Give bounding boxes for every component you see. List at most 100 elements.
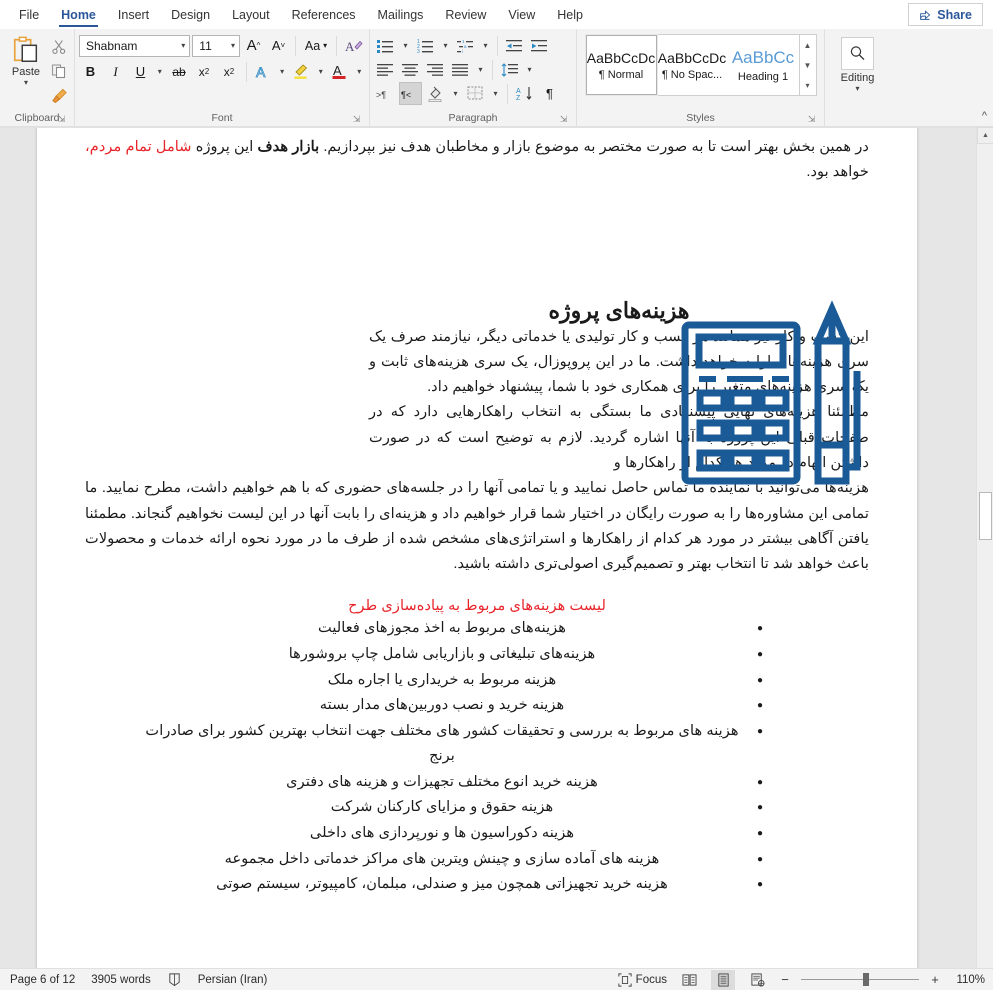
language-indicator[interactable]: Persian (Iran) <box>198 974 268 986</box>
web-layout-button[interactable] <box>745 970 769 990</box>
line-spacing-chevron-down-icon[interactable]: ▾ <box>523 58 536 81</box>
align-right-button[interactable] <box>424 58 447 81</box>
tab-mailings[interactable]: Mailings <box>367 0 435 29</box>
zoom-in-button[interactable]: + <box>929 972 941 987</box>
borders-chevron-down-icon[interactable]: ▾ <box>489 82 502 105</box>
read-mode-icon <box>682 973 696 986</box>
font-color-chevron-down-icon[interactable]: ▾ <box>353 60 365 83</box>
ribbon-group-clipboard: Paste ▾ Clipboard ⇲ <box>0 29 74 126</box>
collapse-ribbon-button[interactable]: ^ <box>982 110 987 122</box>
proofing-status[interactable] <box>167 972 182 987</box>
ribbon-group-paragraph: ▾ 1 2 3 ▾ 1 a i ▾ ▾ ▾ >¶ ¶< ▾ ▾ A Z ¶ Pa… <box>369 29 576 126</box>
tab-review[interactable]: Review <box>434 0 497 29</box>
shading-button[interactable] <box>424 82 447 105</box>
zoom-level-label[interactable]: 110% <box>951 974 985 986</box>
vertical-scrollbar[interactable]: ▲ <box>976 127 993 968</box>
font-color-button[interactable]: A <box>328 60 351 83</box>
bold-button[interactable]: B <box>79 60 102 83</box>
styles-dialog-launcher[interactable]: ⇲ <box>806 114 817 125</box>
page-indicator[interactable]: Page 6 of 12 <box>10 974 75 986</box>
bullets-chevron-down-icon[interactable]: ▾ <box>399 34 412 57</box>
tab-layout[interactable]: Layout <box>221 0 281 29</box>
subscript-button[interactable]: x2 <box>193 60 216 83</box>
share-button[interactable]: Share <box>908 3 983 26</box>
focus-mode-button[interactable]: Focus <box>618 972 667 987</box>
clipboard-dialog-launcher[interactable]: ⇲ <box>56 114 67 125</box>
tab-help[interactable]: Help <box>546 0 594 29</box>
shrink-font-button[interactable]: A ˅ <box>267 34 290 57</box>
word-count[interactable]: 3905 words <box>91 974 150 986</box>
share-icon <box>920 10 931 20</box>
style-no-spacing[interactable]: AaBbCcDc ¶ No Spac... <box>657 35 728 95</box>
format-painter-button[interactable] <box>48 84 70 106</box>
calculator-and-pencil-icon <box>681 300 861 485</box>
paste-button[interactable]: Paste ▾ <box>4 32 48 87</box>
group-label-text: Styles <box>686 112 715 124</box>
text-effects-button[interactable]: A <box>251 60 274 83</box>
copy-button[interactable] <box>48 60 70 82</box>
styles-scroll-up-button[interactable]: ▲ <box>800 36 816 54</box>
zoom-slider[interactable] <box>801 969 919 990</box>
underline-button[interactable]: U <box>129 60 152 83</box>
numbering-button[interactable]: 1 2 3 <box>414 34 437 57</box>
numbering-chevron-down-icon[interactable]: ▾ <box>439 34 452 57</box>
cut-button[interactable] <box>48 36 70 58</box>
multilevel-list-button[interactable]: 1 a i <box>454 34 477 57</box>
font-name-value: Shabnam <box>86 38 138 53</box>
ltr-direction-button[interactable]: >¶ <box>374 82 397 105</box>
style-normal[interactable]: AaBbCcDc ¶ Normal <box>584 34 658 96</box>
grow-font-button[interactable]: A ^ <box>242 34 265 57</box>
status-right: Focus − + 110% <box>618 969 993 990</box>
chevron-down-icon: ▾ <box>323 41 328 50</box>
justify-button[interactable] <box>449 58 472 81</box>
italic-button[interactable]: I <box>104 60 127 83</box>
list-item: هزینه های مربوط به بررسی و تحقیقات کشور … <box>85 719 763 770</box>
borders-button[interactable] <box>464 82 487 105</box>
scroll-up-button[interactable]: ▲ <box>977 127 993 144</box>
clear-formatting-icon: A <box>345 39 363 54</box>
tab-insert[interactable]: Insert <box>107 0 160 29</box>
increase-indent-button[interactable] <box>528 34 551 57</box>
paragraph-dialog-launcher[interactable]: ⇲ <box>558 114 569 125</box>
bullets-button[interactable] <box>374 34 397 57</box>
show-formatting-marks-button[interactable]: ¶ <box>538 82 561 105</box>
document-canvas[interactable]: در همین بخش بهتر است تا به صورت مختصر به… <box>0 127 993 968</box>
font-size-combobox[interactable]: 11 ▾ <box>192 34 241 57</box>
line-spacing-button[interactable] <box>498 58 521 81</box>
highlight-button[interactable] <box>290 60 313 83</box>
tab-file[interactable]: File <box>8 0 50 29</box>
print-layout-button[interactable] <box>711 969 735 990</box>
decrease-indent-button[interactable] <box>503 34 526 57</box>
scrollbar-thumb[interactable] <box>979 492 992 540</box>
align-center-button[interactable] <box>399 58 422 81</box>
sort-button[interactable]: A Z <box>513 82 536 105</box>
rtl-direction-button[interactable]: ¶< <box>399 82 422 105</box>
text-effects-chevron-down-icon[interactable]: ▾ <box>276 60 288 83</box>
zoom-slider-thumb[interactable] <box>863 973 869 986</box>
change-case-button[interactable]: Aa ▾ <box>301 34 331 57</box>
font-dialog-launcher[interactable]: ⇲ <box>351 114 362 125</box>
underline-chevron-down-icon[interactable]: ▾ <box>154 60 166 83</box>
styles-scroll-down-button[interactable]: ▼ <box>800 56 816 74</box>
tab-home[interactable]: Home <box>50 0 107 29</box>
editing-button[interactable]: Editing ▾ <box>830 32 886 93</box>
chevron-down-icon[interactable]: ▾ <box>855 84 859 93</box>
clear-formatting-button[interactable]: A <box>342 34 365 57</box>
superscript-button[interactable]: x2 <box>218 60 241 83</box>
styles-more-button[interactable]: ▾ <box>800 76 816 94</box>
ruler-divider <box>0 127 976 128</box>
style-heading-1[interactable]: AaBbCc Heading 1 <box>728 35 799 95</box>
tab-design[interactable]: Design <box>160 0 221 29</box>
justify-chevron-down-icon[interactable]: ▾ <box>474 58 487 81</box>
highlight-chevron-down-icon[interactable]: ▾ <box>315 60 327 83</box>
strikethrough-button[interactable]: ab <box>168 60 191 83</box>
font-name-combobox[interactable]: Shabnam ▾ <box>79 34 191 57</box>
align-left-button[interactable] <box>374 58 397 81</box>
chevron-down-icon[interactable]: ▾ <box>24 79 28 87</box>
zoom-out-button[interactable]: − <box>779 972 791 987</box>
tab-view[interactable]: View <box>497 0 546 29</box>
read-mode-button[interactable] <box>677 970 701 990</box>
multilevel-chevron-down-icon[interactable]: ▾ <box>479 34 492 57</box>
shading-chevron-down-icon[interactable]: ▾ <box>449 82 462 105</box>
tab-references[interactable]: References <box>281 0 367 29</box>
